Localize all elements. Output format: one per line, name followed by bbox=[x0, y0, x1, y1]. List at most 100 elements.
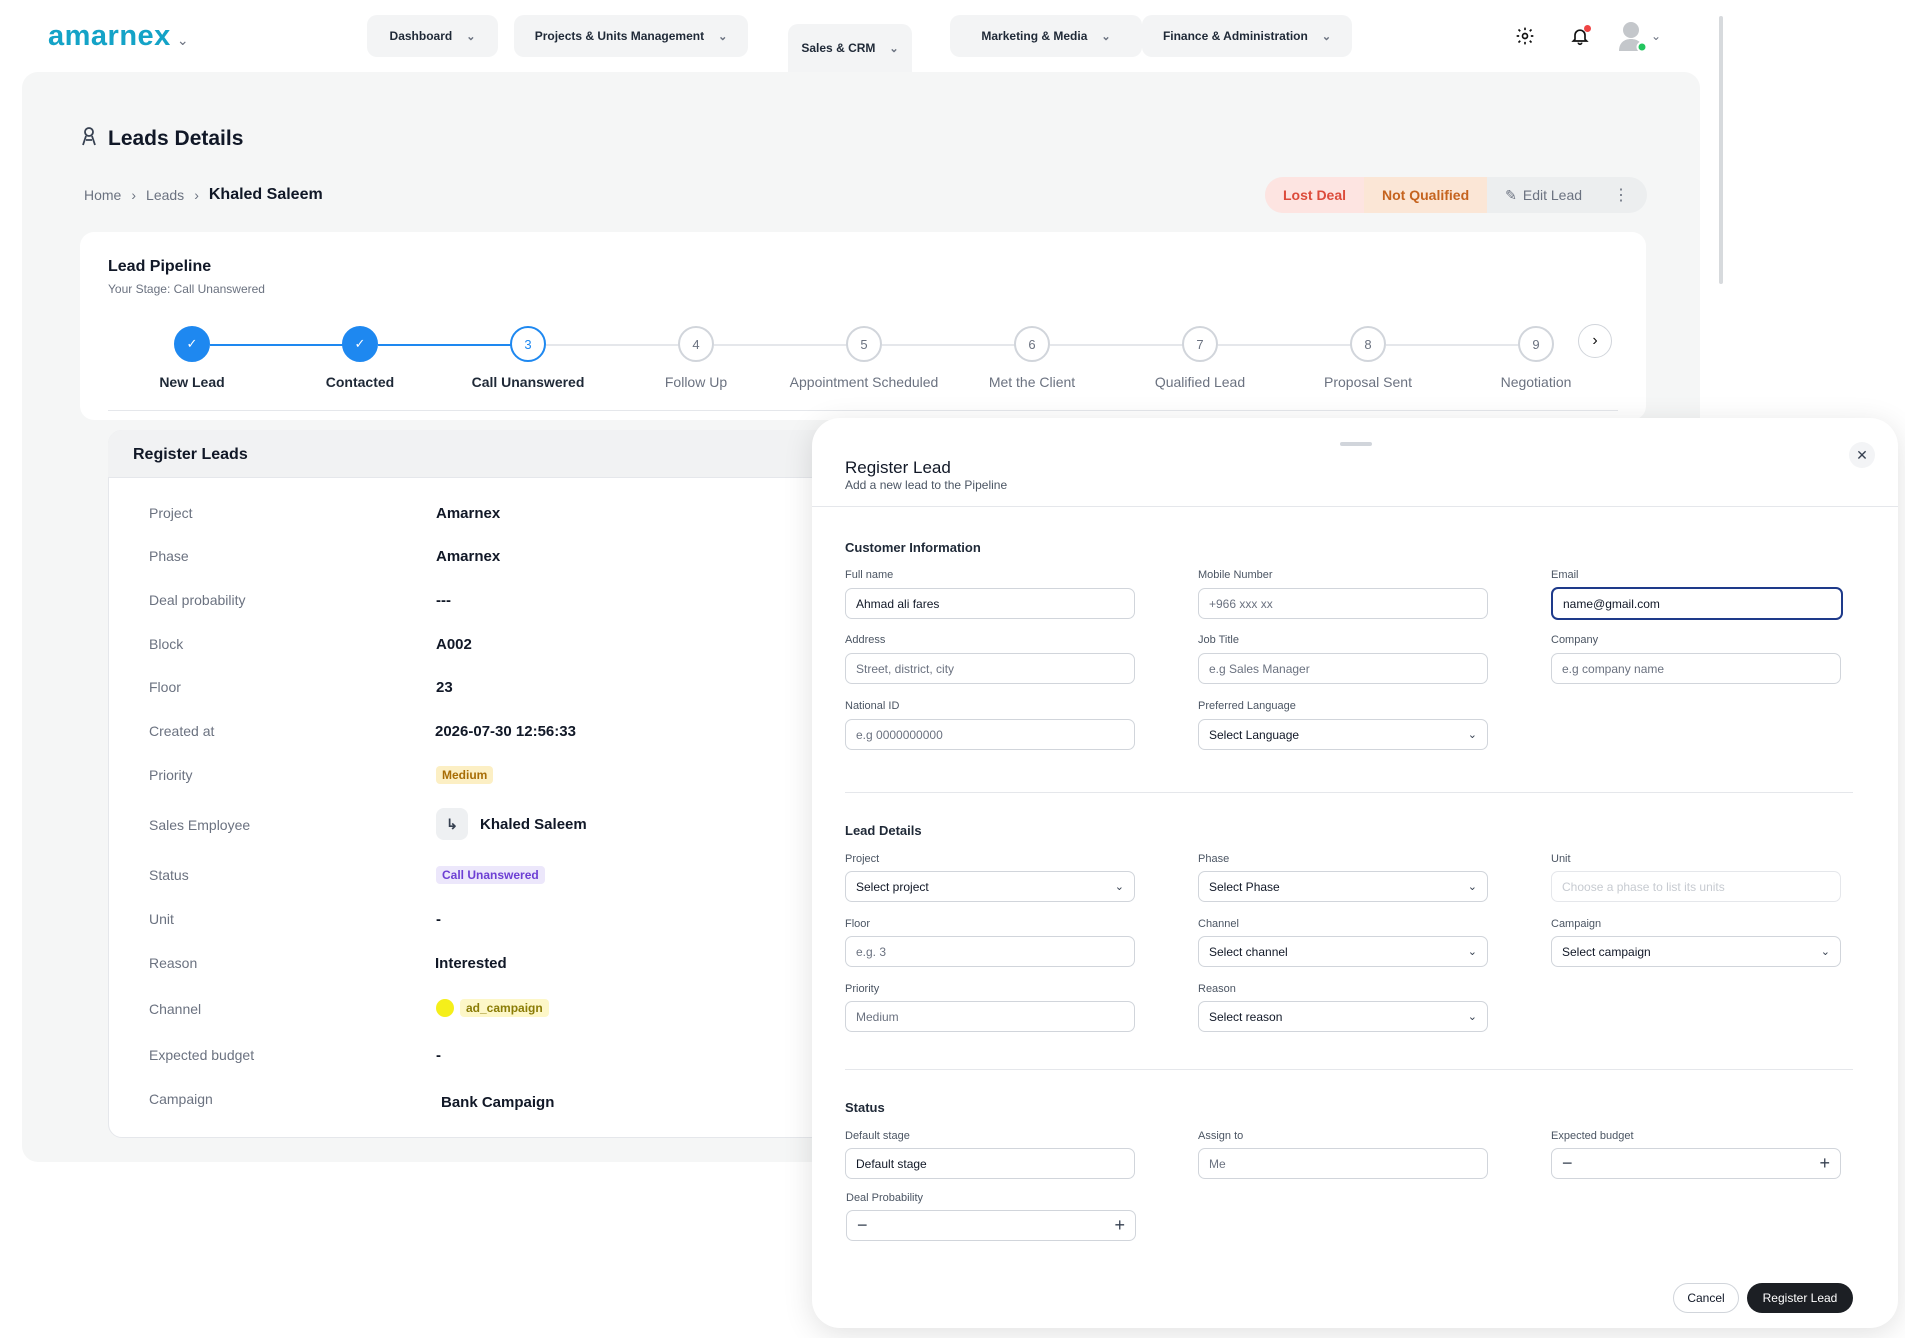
chevron-down-icon: ⌄ bbox=[176, 32, 190, 48]
divider bbox=[845, 792, 1853, 793]
chevron-down-icon: ⌄ bbox=[1650, 29, 1662, 43]
step-number: 6 bbox=[1014, 326, 1050, 362]
breadcrumb-leads[interactable]: Leads bbox=[146, 187, 184, 203]
step-label: Contacted bbox=[325, 374, 395, 390]
pipeline-title: Lead Pipeline bbox=[108, 258, 212, 275]
pipeline-subtitle: Your Stage: Call Unanswered bbox=[108, 282, 265, 296]
row-value: Amarnex bbox=[436, 505, 501, 522]
nav-label: Dashboard bbox=[389, 29, 453, 43]
edit-lead-button[interactable]: ✎ Edit Lead bbox=[1487, 187, 1600, 204]
plus-icon[interactable]: + bbox=[1819, 1153, 1830, 1174]
field-label: Phase bbox=[1198, 853, 1230, 865]
default-stage-field[interactable]: Default stage bbox=[845, 1148, 1135, 1179]
close-icon[interactable]: ✕ bbox=[1849, 442, 1875, 468]
step-label: New Lead bbox=[159, 374, 225, 390]
row-value: --- bbox=[436, 592, 451, 609]
lost-deal-button[interactable]: Lost Deal bbox=[1265, 177, 1365, 213]
minus-icon[interactable]: − bbox=[857, 1215, 868, 1236]
field-label: Unit bbox=[1551, 853, 1571, 865]
email-field[interactable]: name@gmail.com bbox=[1551, 587, 1843, 620]
avatar[interactable]: ⌄ bbox=[1613, 18, 1665, 54]
section-lead-title: Lead Details bbox=[845, 823, 922, 838]
mobile-number-field[interactable]: +966 xxx xx bbox=[1198, 588, 1488, 619]
pipeline-step-new-lead[interactable]: ✓ New Lead bbox=[112, 326, 272, 390]
national-id-field[interactable]: e.g 0000000000 bbox=[845, 719, 1135, 750]
step-label: Met the Client bbox=[988, 374, 1076, 390]
campaign-select[interactable]: Select campaign ⌄ bbox=[1551, 936, 1841, 967]
chevron-down-icon: ⌄ bbox=[1114, 881, 1124, 893]
project-select[interactable]: Select project ⌄ bbox=[845, 871, 1135, 902]
drag-handle[interactable] bbox=[1340, 442, 1372, 446]
row-value: Amarnex bbox=[436, 548, 501, 565]
chevron-down-icon: ⌄ bbox=[889, 42, 899, 55]
address-field[interactable]: Street, district, city bbox=[845, 653, 1135, 684]
modal-title: Register Lead bbox=[845, 458, 951, 477]
channel-dot-icon bbox=[436, 999, 454, 1017]
pipeline-step-met-client[interactable]: 6 Met the Client bbox=[952, 326, 1112, 390]
row-label: Reason bbox=[149, 955, 198, 971]
full-name-field[interactable]: Ahmad ali fares bbox=[845, 588, 1135, 619]
more-options-icon[interactable]: ⋮ bbox=[1613, 185, 1629, 205]
scrollbar[interactable] bbox=[1719, 16, 1723, 284]
field-label: Full name bbox=[845, 569, 894, 581]
company-field[interactable]: e.g company name bbox=[1551, 653, 1841, 684]
preferred-language-select[interactable]: Select Language ⌄ bbox=[1198, 719, 1488, 750]
row-value: Interested bbox=[435, 955, 507, 972]
minus-icon[interactable]: − bbox=[1562, 1153, 1573, 1174]
row-label: Unit bbox=[149, 911, 174, 927]
pipeline-step-follow-up[interactable]: 4 Follow Up bbox=[616, 326, 776, 390]
step-label: Call Unanswered bbox=[471, 374, 585, 390]
modal-subtitle: Add a new lead to the Pipeline bbox=[845, 478, 1008, 492]
nav-finance[interactable]: Finance & Administration ⌄ bbox=[1142, 15, 1352, 57]
logo-text: amarnex bbox=[48, 20, 171, 52]
floor-field[interactable]: e.g. 3 bbox=[845, 936, 1135, 967]
nav-dashboard[interactable]: Dashboard ⌄ bbox=[367, 15, 498, 57]
pipeline-step-appointment[interactable]: 5 Appointment Scheduled bbox=[784, 326, 944, 390]
step-label: Negotiation bbox=[1500, 374, 1572, 390]
section-status-title: Status bbox=[845, 1100, 885, 1115]
check-icon: ✓ bbox=[342, 326, 378, 362]
pipeline-step-call-unanswered[interactable]: 3 Call Unanswered bbox=[448, 326, 608, 390]
priority-field[interactable]: Medium bbox=[845, 1001, 1135, 1032]
row-label: Block bbox=[149, 636, 184, 652]
row-label: Sales Employee bbox=[149, 817, 251, 833]
reason-select[interactable]: Select reason ⌄ bbox=[1198, 1001, 1488, 1032]
breadcrumb-current: Khaled Saleem bbox=[208, 186, 323, 203]
breadcrumb: Home › Leads › Khaled Saleem bbox=[84, 186, 323, 204]
cancel-button[interactable]: Cancel bbox=[1673, 1283, 1739, 1313]
nav-projects[interactable]: Projects & Units Management ⌄ bbox=[514, 15, 748, 57]
step-number: 8 bbox=[1350, 326, 1386, 362]
field-label: National ID bbox=[845, 700, 900, 712]
divider bbox=[108, 410, 1618, 411]
chevron-right-icon[interactable]: › bbox=[1578, 324, 1612, 358]
nav-sales-crm[interactable]: Sales & CRM ⌄ bbox=[788, 24, 912, 72]
bell-icon[interactable] bbox=[1565, 21, 1595, 51]
pipeline-step-contacted[interactable]: ✓ Contacted bbox=[280, 326, 440, 390]
unit-field[interactable]: Choose a phase to list its units bbox=[1551, 871, 1841, 902]
not-qualified-button[interactable]: Not Qualified bbox=[1364, 177, 1488, 213]
job-title-field[interactable]: e.g Sales Manager bbox=[1198, 653, 1488, 684]
plus-icon[interactable]: + bbox=[1114, 1215, 1125, 1236]
row-label: Expected budget bbox=[149, 1047, 255, 1063]
step-number: 9 bbox=[1518, 326, 1554, 362]
select-value: Select Language bbox=[1209, 727, 1300, 742]
nav-marketing[interactable]: Marketing & Media ⌄ bbox=[950, 15, 1142, 57]
nav-label: Sales & CRM bbox=[801, 41, 876, 55]
row-value: - bbox=[436, 911, 441, 928]
breadcrumb-home[interactable]: Home bbox=[84, 187, 121, 203]
chevron-down-icon: ⌄ bbox=[1467, 881, 1477, 893]
pipeline-step-proposal[interactable]: 8 Proposal Sent bbox=[1288, 326, 1448, 390]
step-label: Appointment Scheduled bbox=[789, 374, 939, 390]
phase-select[interactable]: Select Phase ⌄ bbox=[1198, 871, 1488, 902]
gear-icon[interactable] bbox=[1510, 21, 1540, 51]
divider bbox=[812, 506, 1898, 507]
chevron-right-icon: › bbox=[131, 187, 137, 203]
step-number: 7 bbox=[1182, 326, 1218, 362]
assign-to-field[interactable]: Me bbox=[1198, 1148, 1488, 1179]
field-label: Priority bbox=[845, 983, 880, 995]
register-lead-button[interactable]: Register Lead bbox=[1747, 1283, 1853, 1313]
channel-select[interactable]: Select channel ⌄ bbox=[1198, 936, 1488, 967]
brand-logo[interactable]: amarnex ⌄ bbox=[48, 20, 189, 53]
pipeline-step-qualified[interactable]: 7 Qualified Lead bbox=[1120, 326, 1280, 390]
chevron-down-icon: ⌄ bbox=[1321, 30, 1332, 43]
